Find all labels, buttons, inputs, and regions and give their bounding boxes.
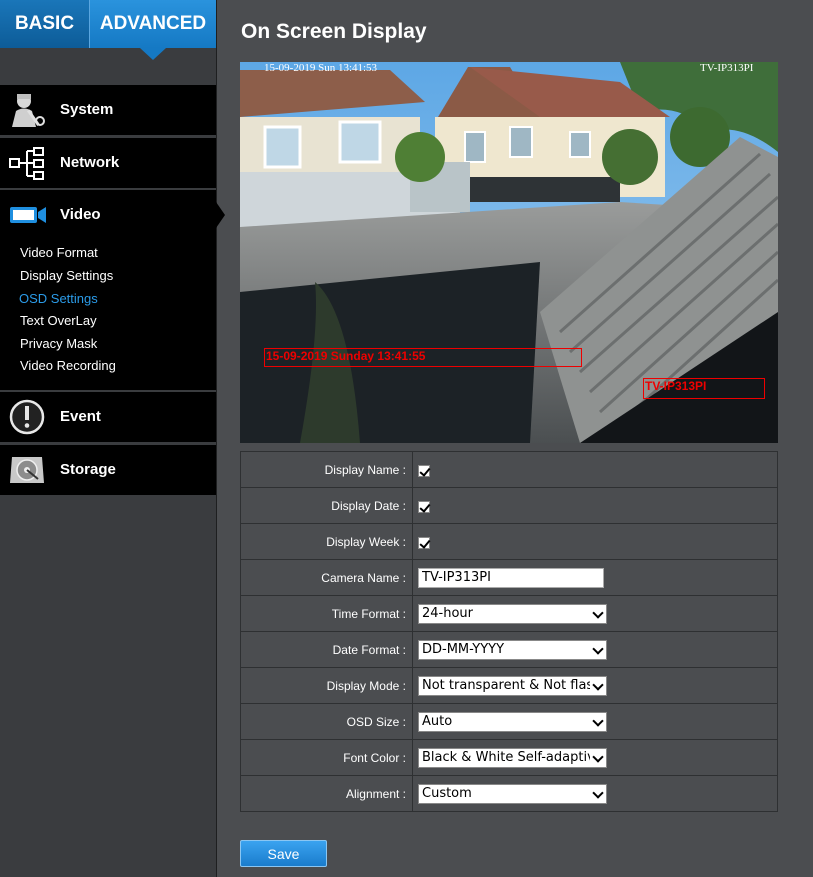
sidebar-item-label: Event	[60, 408, 101, 425]
video-sub-menu: Video Format Display Settings OSD Settin…	[0, 240, 216, 390]
display-mode-select[interactable]: Not transparent & Not flashing	[418, 675, 607, 696]
sidebar-item-system[interactable]: System	[0, 85, 216, 135]
font-color-select[interactable]: Black & White Self-adaptive	[418, 747, 607, 768]
osd-size-label: OSD Size :	[240, 703, 413, 740]
video-camera-icon	[10, 207, 46, 223]
font-color-label: Font Color :	[240, 739, 413, 776]
sub-item-text-overlay[interactable]: Text OverLay	[20, 313, 97, 328]
osd-preview-top-date: 15-09-2019 Sun 13:41:53	[264, 62, 378, 74]
time-format-label: Time Format :	[240, 595, 413, 632]
display-week-label: Display Week :	[240, 523, 413, 560]
sidebar: BASIC ADVANCED System Network Video Vide…	[0, 0, 225, 877]
date-format-label: Date Format :	[240, 631, 413, 668]
tab-advanced[interactable]: ADVANCED	[90, 0, 216, 48]
osd-name-overlay-box[interactable]: TV-IP313PI	[643, 378, 765, 399]
display-name-label: Display Name :	[240, 451, 413, 488]
osd-settings-table: Display Name : Display Date : Display We…	[240, 451, 778, 812]
setting-row-display-mode: Display Mode : Not transparent & Not fla…	[240, 667, 778, 704]
chevron-down-icon	[590, 676, 606, 695]
active-tab-pointer	[140, 48, 166, 60]
app-root: BASIC ADVANCED System Network Video Vide…	[0, 0, 813, 877]
sub-item-osd-settings[interactable]: OSD Settings	[19, 291, 98, 306]
save-button[interactable]: Save	[240, 840, 327, 867]
page-title: On Screen Display	[241, 20, 427, 43]
display-date-label: Display Date :	[240, 487, 413, 524]
display-name-checkbox[interactable]	[418, 464, 430, 477]
setting-row-display-name: Display Name :	[240, 451, 778, 488]
alignment-label: Alignment :	[240, 775, 413, 812]
osd-preview-top-name: TV-IP313PI	[700, 62, 754, 74]
alignment-select[interactable]: Custom	[418, 783, 607, 804]
sidebar-item-storage[interactable]: Storage	[0, 445, 216, 495]
tab-basic[interactable]: BASIC	[0, 0, 89, 48]
setting-row-osd-size: OSD Size : Auto	[240, 703, 778, 740]
sidebar-item-label: Storage	[60, 461, 116, 478]
date-format-select[interactable]: DD-MM-YYYY	[418, 639, 607, 660]
setting-row-font-color: Font Color : Black & White Self-adaptive	[240, 739, 778, 776]
display-week-checkbox[interactable]	[418, 536, 430, 549]
storage-disk-icon	[10, 457, 44, 483]
date-format-value: DD-MM-YYYY	[422, 641, 505, 657]
sidebar-item-network[interactable]: Network	[0, 138, 216, 188]
chevron-down-icon	[590, 748, 606, 767]
sub-item-display-settings[interactable]: Display Settings	[20, 268, 113, 283]
chevron-down-icon	[590, 640, 606, 659]
network-tree-icon	[9, 147, 44, 180]
mode-tabs: BASIC ADVANCED	[0, 0, 216, 60]
display-date-checkbox[interactable]	[418, 500, 430, 513]
camera-preview: 15-09-2019 Sun 13:41:53 TV-IP313PI 15-09…	[240, 62, 778, 443]
camera-name-label: Camera Name :	[240, 559, 413, 596]
osd-size-value: Auto	[422, 713, 453, 729]
exclamation-icon	[9, 399, 45, 435]
time-format-value: 24-hour	[422, 605, 474, 621]
osd-size-select[interactable]: Auto	[418, 711, 607, 732]
chevron-down-icon	[590, 604, 606, 623]
active-section-pointer	[216, 202, 225, 228]
alignment-value: Custom	[422, 785, 472, 801]
sidebar-item-label: System	[60, 101, 114, 118]
time-format-select[interactable]: 24-hour	[418, 603, 607, 624]
sub-item-video-format[interactable]: Video Format	[20, 245, 98, 260]
sub-item-video-recording[interactable]: Video Recording	[20, 358, 116, 373]
system-tools-icon	[12, 94, 45, 127]
setting-row-camera-name: Camera Name :	[240, 559, 778, 596]
chevron-down-icon	[590, 784, 606, 803]
osd-date-overlay-box[interactable]: 15-09-2019 Sunday 13:41:55	[264, 348, 582, 367]
sidebar-item-label: Network	[60, 154, 120, 171]
display-mode-label: Display Mode :	[240, 667, 413, 704]
camera-name-input[interactable]	[418, 567, 604, 588]
sidebar-item-video[interactable]: Video	[0, 190, 225, 240]
font-color-value: Black & White Self-adaptive	[422, 749, 603, 765]
setting-row-display-date: Display Date :	[240, 487, 778, 524]
display-mode-value: Not transparent & Not flashing	[422, 677, 607, 693]
setting-row-time-format: Time Format : 24-hour	[240, 595, 778, 632]
setting-row-alignment: Alignment : Custom	[240, 775, 778, 812]
sub-item-privacy-mask[interactable]: Privacy Mask	[20, 336, 97, 351]
chevron-down-icon	[590, 712, 606, 731]
sidebar-item-label: Video	[60, 206, 101, 223]
setting-row-display-week: Display Week :	[240, 523, 778, 560]
setting-row-date-format: Date Format : DD-MM-YYYY	[240, 631, 778, 668]
sidebar-item-event[interactable]: Event	[0, 392, 216, 442]
